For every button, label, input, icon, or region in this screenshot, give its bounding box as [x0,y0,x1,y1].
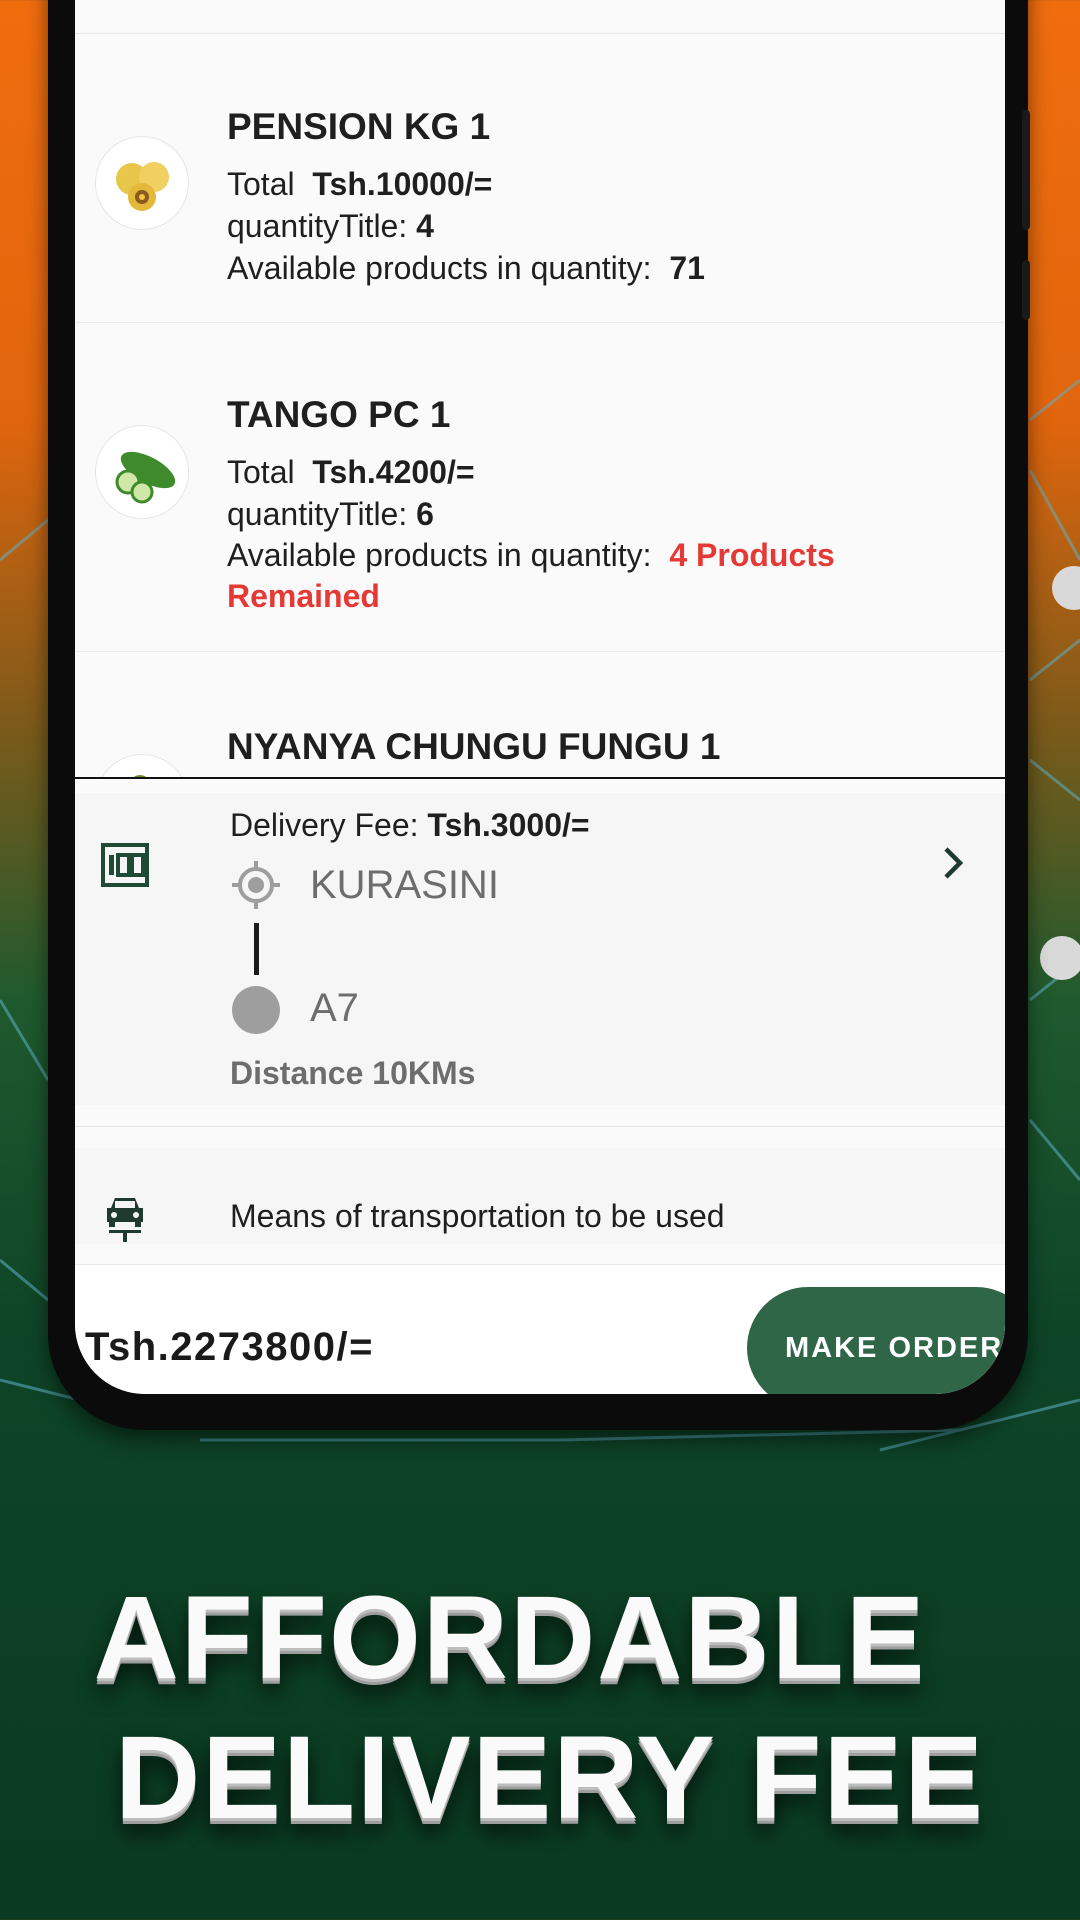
delivery-fee: Delivery Fee: Tsh.3000/= [230,807,590,843]
phone-side-button [1022,110,1030,230]
destination-dot-icon [232,986,280,1034]
cucumber-icon [115,451,176,504]
phone-frame: PENSION KG 1 Total Tsh.10000/= quantityT… [48,0,1030,1430]
product-name: NYANYA CHUNGU FUNGU 1 [227,726,721,767]
decor-dot [1040,936,1080,980]
dropoff-location: A7 [310,986,359,1030]
product-total: Total Tsh.4200/= [227,454,475,490]
phone-side-button [1022,260,1030,320]
product-thumbnail [95,136,189,230]
product-quantity: quantityTitle: 4 [227,208,434,244]
section-divider [75,1126,1005,1127]
transport-section[interactable]: Means of transportation to be used [75,1148,1005,1244]
product-total: Total Tsh.10000/= [227,166,493,202]
list-item[interactable]: PENSION KG 1 Total Tsh.10000/= quantityT… [75,34,1005,323]
transport-label: Means of transportation to be used [230,1198,725,1234]
section-divider [75,777,1005,779]
make-order-button[interactable]: MAKE ORDER [747,1287,1005,1394]
route-connector [254,923,259,975]
distance-text: Distance 10KMs [230,1055,476,1091]
location-target-icon [232,861,280,909]
order-bar: Tsh.2273800/= MAKE ORDER [75,1264,1005,1394]
product-available: Available products in quantity: 4 Produc… [227,537,835,573]
stock-warning: Remained [227,578,380,614]
previous-item-cutoff [75,0,1005,34]
delivery-section[interactable]: Delivery Fee: Tsh.3000/= KURASINI A7 Dis… [75,793,1005,1105]
app-screen: PENSION KG 1 Total Tsh.10000/= quantityT… [75,0,1005,1394]
product-name: PENSION KG 1 [227,106,491,147]
list-item[interactable]: TANGO PC 1 Total Tsh.4200/= quantityTitl… [75,323,1005,652]
pickup-location: KURASINI [310,863,499,907]
passion-fruit-icon [116,162,169,211]
product-thumbnail [95,425,189,519]
stock-warning: 4 Products [669,537,835,573]
promo-headline-line1: AFFORDABLE [93,1572,927,1704]
product-name: TANGO PC 1 [227,394,451,435]
order-total: Tsh.2273800/= [85,1325,374,1369]
eggplant-icon [132,775,148,778]
product-available: Available products in quantity: 71 [227,250,705,286]
car-icon [107,1198,143,1242]
speed-limit-icon [101,843,149,887]
list-item[interactable]: NYANYA CHUNGU FUNGU 1 [75,652,1005,778]
promo-headline-line2: DELIVERY FEE [115,1712,985,1844]
product-thumbnail [95,754,189,778]
chevron-right-icon[interactable] [941,845,965,881]
product-quantity: quantityTitle: 6 [227,496,434,532]
